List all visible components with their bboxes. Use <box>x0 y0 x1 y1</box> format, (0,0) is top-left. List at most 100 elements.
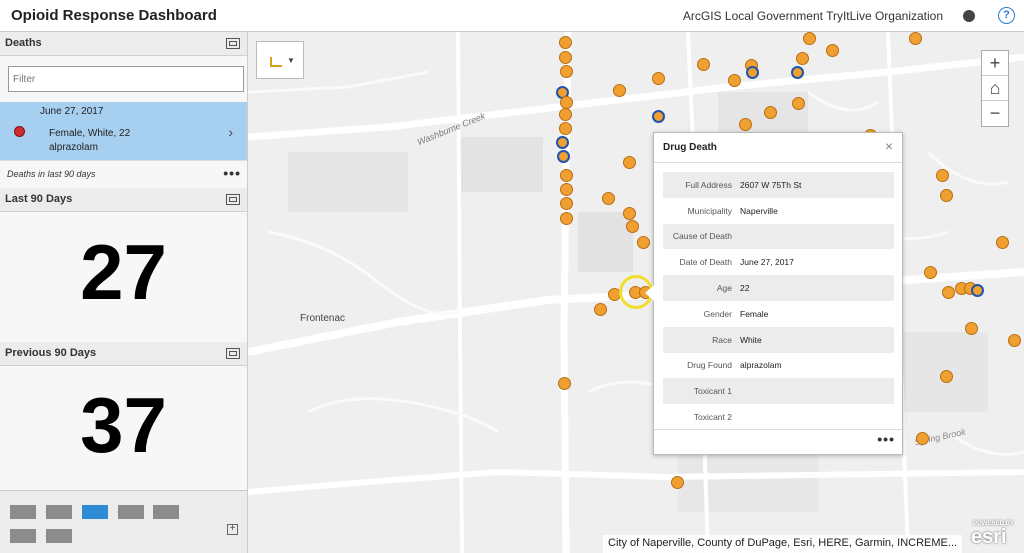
incident-point[interactable] <box>559 36 572 49</box>
field-label: Full Address <box>663 172 740 198</box>
panel-tab[interactable] <box>10 529 36 543</box>
maximize-icon[interactable] <box>226 348 240 359</box>
incident-point[interactable] <box>637 236 650 249</box>
incident-point[interactable] <box>559 108 572 121</box>
table-row: Drug Found alprazolam <box>663 353 894 379</box>
incident-point[interactable] <box>803 32 816 45</box>
layer-list-button[interactable]: ▼ <box>256 41 304 79</box>
table-row: Municipality Naperville <box>663 198 894 224</box>
incident-point[interactable] <box>996 236 1009 249</box>
incident-point[interactable] <box>623 207 636 220</box>
incident-point[interactable] <box>626 220 639 233</box>
incident-point[interactable] <box>560 197 573 210</box>
map-label-frontenac: Frontenac <box>300 313 346 324</box>
incident-point[interactable] <box>909 32 922 45</box>
incident-point[interactable] <box>558 377 571 390</box>
close-icon[interactable]: × <box>885 138 893 154</box>
more-options-icon[interactable]: ••• <box>877 431 895 447</box>
more-options-icon[interactable]: ••• <box>223 165 241 181</box>
incident-point[interactable] <box>728 74 741 87</box>
incident-point[interactable] <box>560 183 573 196</box>
chevron-right-icon[interactable]: › <box>228 124 233 140</box>
incident-point[interactable] <box>826 44 839 57</box>
incident-point[interactable] <box>560 65 573 78</box>
incident-point[interactable] <box>671 476 684 489</box>
field-value: Naperville <box>740 205 778 216</box>
field-label: Date of Death <box>679 257 732 268</box>
filter-input[interactable]: Filter <box>8 66 244 92</box>
home-button[interactable]: ⌂ <box>982 76 1008 101</box>
table-row: Cause of Death <box>663 223 894 250</box>
panel-tab[interactable] <box>153 505 179 519</box>
incident-point[interactable] <box>940 189 953 202</box>
field-value: alprazolam <box>740 360 782 371</box>
field-label: Cause of Death <box>663 223 740 250</box>
help-icon[interactable]: ? <box>998 7 1015 24</box>
panel-tab[interactable] <box>118 505 144 519</box>
field-value: White <box>740 326 894 353</box>
zoom-out-button[interactable]: − <box>982 101 1008 126</box>
incident-point[interactable] <box>924 266 937 279</box>
incident-point[interactable] <box>560 96 573 109</box>
incident-point-highlighted[interactable] <box>791 66 804 79</box>
incident-point[interactable] <box>613 84 626 97</box>
incident-point[interactable] <box>594 303 607 316</box>
chevron-down-icon: ▼ <box>287 56 295 65</box>
incident-point[interactable] <box>602 192 615 205</box>
list-item-selected[interactable]: June 27, 2017 Female, White, 22 alprazol… <box>0 102 247 160</box>
zoom-in-button[interactable]: + <box>982 51 1008 76</box>
maximize-icon[interactable] <box>226 38 240 49</box>
panel-tab[interactable] <box>10 505 36 519</box>
last90-value: 27 <box>80 228 167 316</box>
incident-point[interactable] <box>764 106 777 119</box>
table-row: Date of Death June 27, 2017 <box>663 249 894 275</box>
popup-divider <box>654 162 902 163</box>
incident-point-highlighted[interactable] <box>652 110 665 123</box>
incident-point[interactable] <box>940 370 953 383</box>
field-label: Municipality <box>687 205 732 216</box>
previous90-title: Previous 90 Days <box>5 347 97 359</box>
maximize-icon[interactable] <box>226 194 240 205</box>
add-tab-icon[interactable]: + <box>227 524 238 535</box>
panel-tab[interactable] <box>46 505 72 519</box>
map-view[interactable]: Frontenac Washburne Creek Spring Brook ▼… <box>248 32 1024 553</box>
previous90-value: 37 <box>80 381 167 469</box>
incident-point[interactable] <box>792 97 805 110</box>
incident-point[interactable] <box>652 72 665 85</box>
incident-point[interactable] <box>916 432 929 445</box>
incident-point-highlighted[interactable] <box>556 136 569 149</box>
zoom-controls: + ⌂ − <box>981 50 1009 127</box>
panel-tabs: + <box>0 490 247 553</box>
incident-point[interactable] <box>739 118 752 131</box>
app-title: Opioid Response Dashboard <box>11 7 217 24</box>
incident-point[interactable] <box>965 322 978 335</box>
field-value <box>740 378 894 405</box>
incident-point[interactable] <box>697 58 710 71</box>
layers-icon <box>270 57 282 67</box>
esri-logo[interactable]: POWERED BY esri <box>971 521 1021 551</box>
incident-point[interactable] <box>560 212 573 225</box>
list-footer: Deaths in last 90 days ••• <box>0 160 247 188</box>
incident-point[interactable] <box>942 286 955 299</box>
incident-point[interactable] <box>559 122 572 135</box>
table-row: Race White <box>663 326 894 353</box>
panel-tab[interactable] <box>46 529 72 543</box>
last90-title: Last 90 Days <box>5 193 73 205</box>
incident-point-highlighted[interactable] <box>557 150 570 163</box>
user-avatar-icon[interactable] <box>963 10 975 22</box>
incident-point[interactable] <box>936 169 949 182</box>
incident-point[interactable] <box>796 52 809 65</box>
field-value: Female <box>740 308 769 319</box>
incident-point[interactable] <box>1008 334 1021 347</box>
field-label: Age <box>663 275 740 301</box>
incident-point[interactable] <box>623 156 636 169</box>
incident-point-highlighted[interactable] <box>971 284 984 297</box>
organization-name[interactable]: ArcGIS Local Government TryItLive Organi… <box>683 9 943 23</box>
incident-point[interactable] <box>559 51 572 64</box>
incident-point-highlighted[interactable] <box>746 66 759 79</box>
panel-tab-active[interactable] <box>82 505 108 519</box>
table-row: Toxicant 2 <box>663 404 894 430</box>
field-value <box>740 404 894 430</box>
incident-point[interactable] <box>560 169 573 182</box>
left-sidebar: Deaths Filter June 27, 2017 Female, Whit… <box>0 32 248 553</box>
